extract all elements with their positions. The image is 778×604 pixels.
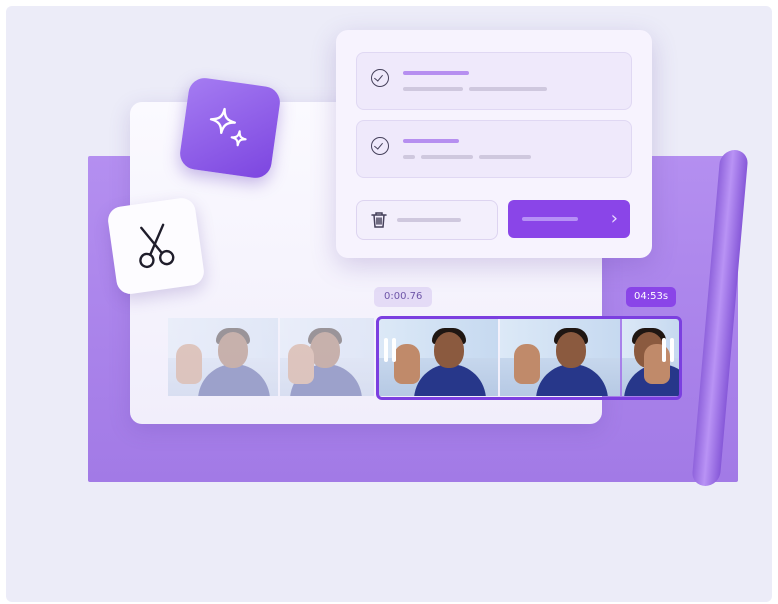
task-item[interactable]	[356, 120, 632, 178]
delete-button[interactable]	[356, 200, 498, 240]
apply-button[interactable]: ›	[508, 200, 630, 238]
trim-handle-right[interactable]	[670, 338, 674, 362]
illustration-canvas: 0:00.76 04:53s ›	[6, 6, 772, 602]
chevron-right-icon: ›	[610, 208, 618, 229]
scissors-icon	[139, 223, 175, 269]
action-panel: ›	[336, 30, 652, 258]
cut-tool-tile[interactable]	[106, 196, 206, 296]
trim-handle-left[interactable]	[392, 338, 396, 362]
trash-icon	[371, 212, 387, 228]
ai-magic-tile[interactable]	[178, 76, 282, 180]
task-item[interactable]	[356, 52, 632, 110]
film-frame	[280, 318, 374, 396]
check-circle-icon	[371, 137, 389, 155]
trim-handle-left[interactable]	[384, 338, 388, 362]
sparkles-icon	[209, 107, 247, 147]
check-circle-icon	[371, 69, 389, 87]
clip-selection[interactable]	[376, 316, 682, 400]
start-timestamp: 0:00.76	[374, 287, 433, 307]
trim-handle-right[interactable]	[662, 338, 666, 362]
film-frame	[168, 318, 278, 396]
end-timestamp: 04:53s	[626, 287, 677, 307]
